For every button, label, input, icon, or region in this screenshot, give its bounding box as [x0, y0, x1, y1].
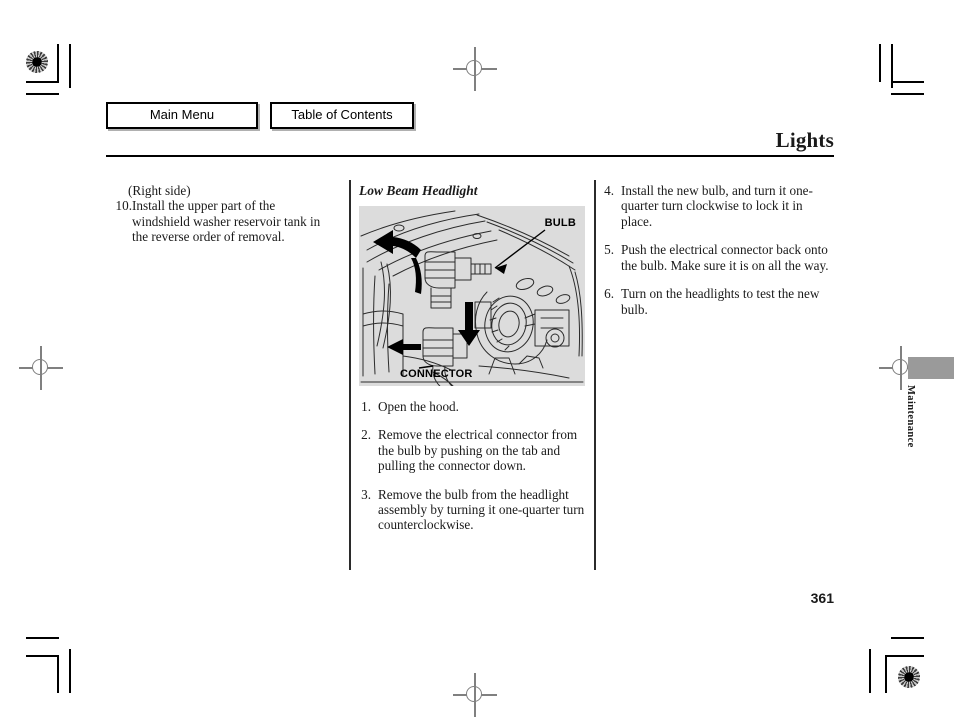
page-title: Lights — [775, 128, 834, 152]
section-tab-label: Maintenance — [905, 385, 916, 448]
low-beam-headlight-illustration: BULB CONNECTOR — [359, 205, 585, 386]
page-number: 361 — [810, 590, 834, 606]
right-side-note: (Right side) — [128, 183, 191, 198]
crop-mark-top-left-vertical-outer — [69, 44, 71, 88]
document-navigation-bar: Main Menu Table of Contents — [106, 102, 414, 130]
step-number: 4. — [604, 183, 614, 198]
section-tab-marker — [908, 357, 954, 379]
crop-mark-top-left-vertical-inner — [57, 44, 59, 82]
engine-bay-diagram-icon — [360, 210, 584, 386]
step-number: 5. — [604, 242, 614, 258]
crop-mark-bottom-right-horizontal-outer — [891, 637, 924, 639]
list-item: 2. Remove the electrical connector from … — [359, 427, 587, 473]
crop-mark-top-left-horizontal-inner — [26, 81, 59, 83]
left-column: (Right side) 10. Install the upper part … — [110, 183, 330, 245]
list-item: 10. Install the upper part of the windsh… — [110, 198, 330, 244]
step-text: Remove the bulb from the headlight assem… — [378, 486, 585, 533]
crop-mark-bottom-left-horizontal-outer — [26, 637, 59, 639]
registration-target-top-left — [26, 51, 48, 73]
step-number: 3. — [361, 486, 371, 502]
figure-label-bulb: BULB — [544, 216, 576, 229]
crop-mark-bottom-right-horizontal-inner — [885, 655, 924, 657]
step-text: Install the upper part of the windshield… — [132, 198, 321, 245]
crop-mark-bottom-left-horizontal-inner — [26, 655, 59, 657]
crop-mark-bottom-left-vertical-outer — [69, 649, 71, 693]
crop-mark-bottom-right-vertical-outer — [869, 649, 871, 693]
list-item: 5. Push the electrical connector back on… — [602, 242, 834, 273]
crop-mark-bottom-left-vertical-inner — [57, 655, 59, 693]
step-number: 10. — [115, 198, 132, 214]
registration-crosshair-top-center — [453, 47, 497, 91]
step-text: Push the electrical connector back onto … — [621, 242, 829, 273]
list-item: 3. Remove the bulb from the headlight as… — [359, 487, 587, 533]
step-text: Open the hood. — [378, 398, 459, 414]
step-number: 2. — [361, 427, 371, 443]
step-number: 1. — [361, 398, 371, 414]
list-item: 1. Open the hood. — [359, 399, 587, 414]
figure-label-connector: CONNECTOR — [400, 367, 473, 380]
column-divider-left — [349, 180, 351, 570]
crop-mark-top-right-horizontal-outer — [891, 93, 924, 95]
main-menu-button[interactable]: Main Menu — [106, 102, 258, 130]
crop-mark-top-right-vertical-outer — [879, 44, 881, 82]
middle-column: Low Beam Headlight BULB CONNECTOR 1. Ope… — [359, 183, 587, 533]
subsection-heading: Low Beam Headlight — [359, 183, 478, 198]
step-text: Install the new bulb, and turn it one-qu… — [621, 183, 813, 229]
crop-mark-bottom-right-vertical-inner — [885, 655, 887, 693]
list-item: 6. Turn on the headlights to test the ne… — [602, 286, 834, 317]
registration-crosshair-left-middle — [19, 346, 63, 390]
step-number: 6. — [604, 286, 614, 302]
crop-mark-top-right-horizontal-inner — [891, 81, 924, 83]
right-column: 4. Install the new bulb, and turn it one… — [602, 183, 834, 317]
step-text: Remove the electrical connector from the… — [378, 427, 578, 474]
list-item: 4. Install the new bulb, and turn it one… — [602, 183, 834, 229]
registration-crosshair-bottom-center — [453, 673, 497, 717]
registration-target-bottom-right — [898, 666, 920, 688]
step-text: Turn on the headlights to test the new b… — [621, 286, 820, 317]
table-of-contents-button[interactable]: Table of Contents — [270, 102, 414, 130]
column-divider-right — [594, 180, 596, 570]
header-divider-rule — [106, 155, 834, 157]
crop-mark-top-left-horizontal-outer — [26, 93, 59, 95]
